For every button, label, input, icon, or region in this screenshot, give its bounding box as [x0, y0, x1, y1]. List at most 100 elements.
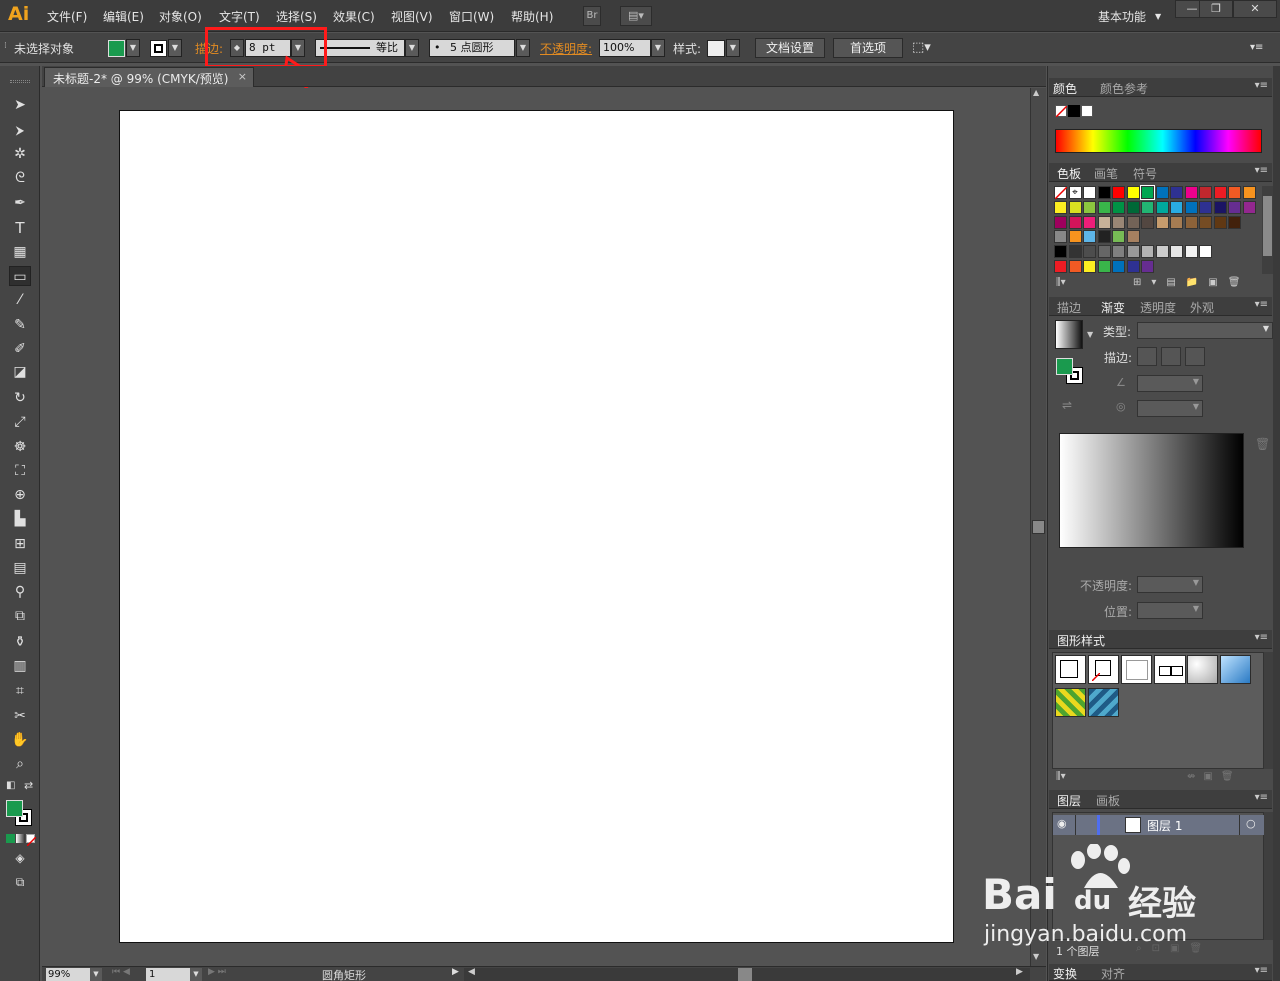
- swatch[interactable]: [1170, 245, 1183, 259]
- stroke-color-dropdown-arrow[interactable]: ▼: [168, 39, 182, 57]
- mesh-icon[interactable]: ⊞: [9, 534, 31, 554]
- artboard-dropdown-arrow[interactable]: ▼: [190, 968, 202, 981]
- swatch[interactable]: [1097, 245, 1111, 259]
- hand-icon[interactable]: ✋: [9, 730, 31, 750]
- swatch[interactable]: [1155, 215, 1169, 229]
- eraser-icon[interactable]: ◪: [9, 362, 31, 382]
- blob-brush-icon[interactable]: ✐: [9, 339, 31, 359]
- swatch[interactable]: [1126, 186, 1140, 199]
- tab-swatches[interactable]: 色板: [1057, 165, 1081, 182]
- black-color-icon[interactable]: [1068, 105, 1080, 117]
- tab-stroke[interactable]: 描边: [1057, 299, 1081, 316]
- swatch[interactable]: [1140, 185, 1155, 200]
- variable-width-profile[interactable]: 等比: [315, 39, 405, 57]
- swatch[interactable]: [1228, 215, 1241, 229]
- swatch[interactable]: [1170, 200, 1183, 214]
- tab-brushes[interactable]: 画笔: [1094, 165, 1118, 182]
- swatch[interactable]: [1242, 186, 1256, 199]
- swatch[interactable]: [1068, 245, 1082, 259]
- layer-actions-icon[interactable]: ⌕⊡▣🗑: [1136, 943, 1212, 954]
- lasso-icon[interactable]: ᘓ: [9, 168, 31, 188]
- rounded-rectangle-icon[interactable]: ▭: [9, 266, 31, 286]
- swatch[interactable]: [1141, 215, 1154, 229]
- graphic-style-drop-shadow[interactable]: [1187, 655, 1218, 684]
- registration-swatch[interactable]: ⌖: [1068, 186, 1082, 199]
- tab-transform[interactable]: 变换: [1053, 965, 1077, 981]
- swatch[interactable]: [1083, 200, 1096, 214]
- panel-menu-icon[interactable]: ▾≡: [1255, 632, 1268, 643]
- graphic-style-swatch[interactable]: [707, 40, 725, 57]
- swatch[interactable]: [1112, 215, 1125, 229]
- graphic-style-blue-glow[interactable]: [1220, 655, 1251, 684]
- panel-menu-icon[interactable]: ▾≡: [1255, 299, 1268, 310]
- tab-appearance[interactable]: 外观: [1190, 299, 1214, 316]
- fill-dropdown-arrow[interactable]: ▼: [126, 39, 140, 57]
- document-tab[interactable]: 未标题-2* @ 99% (CMYK/预览) ×: [44, 67, 254, 87]
- paintbrush-icon[interactable]: ⁄: [9, 290, 31, 310]
- symbol-sprayer-icon[interactable]: ⚱: [9, 632, 31, 652]
- menu-type[interactable]: 文字(T): [219, 8, 260, 25]
- graphic-style-outline[interactable]: [1154, 655, 1186, 684]
- menu-window[interactable]: 窗口(W): [449, 8, 494, 25]
- fill-color-box[interactable]: [6, 800, 23, 817]
- none-color-icon[interactable]: [1055, 105, 1068, 118]
- swatch[interactable]: [1097, 215, 1111, 229]
- workspace-switcher[interactable]: 基本功能: [1098, 8, 1146, 25]
- angle-dropdown[interactable]: ▼: [1137, 375, 1203, 392]
- menu-effect[interactable]: 效果(C): [333, 8, 375, 25]
- swatch[interactable]: [1068, 200, 1082, 214]
- menu-view[interactable]: 视图(V): [391, 8, 433, 25]
- arrange-icon[interactable]: ⬚▾: [912, 40, 931, 55]
- close-tab-icon[interactable]: ×: [238, 70, 247, 83]
- slice-icon[interactable]: ✂: [9, 706, 31, 726]
- graphic-style-pattern-blue[interactable]: [1088, 688, 1119, 717]
- swatch[interactable]: [1155, 245, 1169, 259]
- perspective-grid-icon[interactable]: ▙: [9, 509, 31, 529]
- opacity-dropdown-arrow[interactable]: ▼: [651, 39, 665, 57]
- swatch[interactable]: [1097, 200, 1111, 214]
- menu-file[interactable]: 文件(F): [47, 8, 87, 25]
- status-menu-arrow[interactable]: ▶: [452, 967, 459, 977]
- swatch[interactable]: [1213, 186, 1227, 199]
- swatch[interactable]: [1199, 215, 1212, 229]
- free-transform-icon[interactable]: ⛶: [9, 461, 31, 481]
- arrange-documents-button[interactable]: ▤▾: [620, 6, 652, 26]
- document-setup-button[interactable]: 文档设置: [755, 38, 825, 58]
- swatch-libraries-icon[interactable]: ⫼▾: [1056, 277, 1066, 288]
- tab-color-guide[interactable]: 颜色参考: [1100, 80, 1148, 97]
- gradient-mode-icon[interactable]: [16, 834, 25, 843]
- style-dropdown-arrow[interactable]: ▼: [726, 39, 740, 57]
- dock-scrollbar[interactable]: [1273, 66, 1280, 981]
- type-icon[interactable]: T: [9, 218, 31, 238]
- delete-stop-icon[interactable]: 🗑: [1255, 437, 1270, 451]
- shape-builder-icon[interactable]: ⊕: [9, 485, 31, 505]
- default-colors-icon[interactable]: ◧: [6, 780, 15, 791]
- pen-icon[interactable]: ✒: [9, 193, 31, 213]
- swatch[interactable]: [1112, 200, 1125, 214]
- blend-icon[interactable]: ⧉: [9, 606, 31, 626]
- swatch[interactable]: [1184, 186, 1198, 199]
- tab-graphic-styles[interactable]: 图形样式: [1057, 632, 1105, 649]
- none-mode-icon[interactable]: [26, 834, 37, 847]
- stroke-gradient-options[interactable]: [1137, 347, 1205, 366]
- bridge-button[interactable]: Br: [583, 6, 601, 26]
- gradient-opacity-dropdown[interactable]: ▼: [1137, 576, 1203, 593]
- horizontal-scroll-thumb[interactable]: [738, 968, 752, 981]
- graphic-style-pattern-green[interactable]: [1055, 688, 1086, 717]
- graphic-style-libraries-icon[interactable]: ⫼▾: [1056, 771, 1066, 782]
- panel-menu-icon[interactable]: ▾≡: [1255, 80, 1268, 91]
- swatch[interactable]: [1068, 215, 1082, 229]
- artboard-icon[interactable]: ⌗: [9, 681, 31, 701]
- scroll-right-icon[interactable]: ▶: [1016, 967, 1023, 977]
- stroke-weight-dropdown-arrow[interactable]: ▼: [291, 39, 305, 57]
- layer-target-icon[interactable]: ○: [1246, 817, 1256, 830]
- last-artboard-icon[interactable]: ▶ ⏭: [208, 967, 226, 977]
- menu-select[interactable]: 选择(S): [276, 8, 317, 25]
- rotate-icon[interactable]: ↻: [9, 388, 31, 408]
- swatch[interactable]: [1228, 200, 1241, 214]
- artboard[interactable]: [119, 110, 954, 943]
- swatch[interactable]: [1083, 230, 1096, 244]
- stroke-weight-label[interactable]: 描边:: [195, 40, 223, 57]
- swatch[interactable]: [1112, 260, 1125, 273]
- swatch[interactable]: [1097, 260, 1111, 273]
